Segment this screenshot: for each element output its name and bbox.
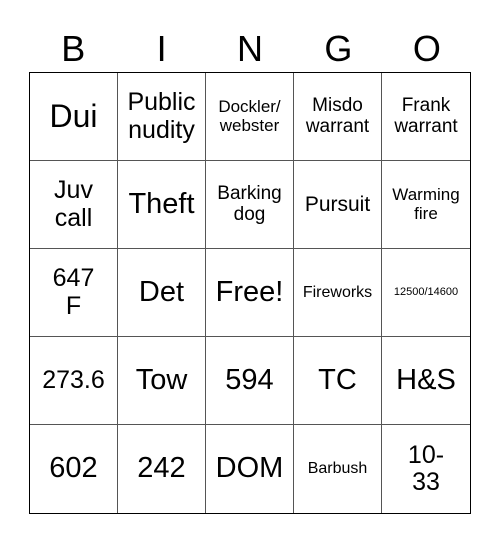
cell-label: Misdo warrant	[305, 94, 370, 137]
header-letter-b: B	[61, 28, 86, 69]
bingo-cell[interactable]: 273.6	[30, 337, 118, 425]
bingo-cell[interactable]: TC	[294, 337, 382, 425]
cell-label: Barbush	[307, 460, 368, 478]
bingo-cell[interactable]: Warming fire	[382, 161, 470, 249]
cell-label: 594	[225, 363, 274, 396]
cell-label: Tow	[135, 363, 188, 396]
header-letter-g: G	[324, 28, 353, 69]
bingo-cell[interactable]: Juv call	[30, 161, 118, 249]
cell-label: Frank warrant	[394, 94, 458, 137]
cell-label: TC	[318, 363, 357, 396]
free-space[interactable]: Free!	[206, 249, 294, 337]
bingo-cell[interactable]: Public nudity	[118, 73, 206, 161]
cell-label: 647 F	[52, 264, 95, 320]
bingo-cell[interactable]: 242	[118, 425, 206, 513]
cell-label: Barking dog	[217, 182, 282, 225]
bingo-cell[interactable]: DOM	[206, 425, 294, 513]
bingo-cell[interactable]: 602	[30, 425, 118, 513]
bingo-cell[interactable]: 647 F	[30, 249, 118, 337]
cell-label: Dockler/ webster	[218, 96, 281, 135]
bingo-cell[interactable]: Barbush	[294, 425, 382, 513]
bingo-board: Dui Public nudity Dockler/ webster Misdo…	[29, 72, 471, 514]
bingo-cell[interactable]: Frank warrant	[382, 73, 470, 161]
bingo-cell[interactable]: 594	[206, 337, 294, 425]
cell-label: H&S	[396, 363, 456, 396]
bingo-header: B I N G O	[29, 26, 471, 72]
bingo-cell[interactable]: Dui	[30, 73, 118, 161]
bingo-cell[interactable]: 12500/14600	[382, 249, 470, 337]
cell-label: Dui	[49, 97, 98, 134]
header-letter-i: I	[156, 28, 167, 69]
header-letter-n: N	[237, 28, 264, 69]
cell-label: Public nudity	[127, 88, 196, 144]
cell-label: 12500/14600	[393, 286, 459, 299]
cell-label: 10- 33	[407, 440, 445, 496]
bingo-cell[interactable]: Barking dog	[206, 161, 294, 249]
bingo-cell[interactable]: Misdo warrant	[294, 73, 382, 161]
bingo-cell[interactable]: H&S	[382, 337, 470, 425]
cell-label: Theft	[128, 187, 195, 220]
cell-label: DOM	[215, 452, 284, 485]
header-letter-o: O	[412, 28, 441, 69]
bingo-cell[interactable]: Det	[118, 249, 206, 337]
bingo-cell[interactable]: Theft	[118, 161, 206, 249]
bingo-cell[interactable]: Pursuit	[294, 161, 382, 249]
bingo-cell[interactable]: Fireworks	[294, 249, 382, 337]
cell-label: 602	[49, 452, 98, 485]
cell-label: Juv call	[54, 176, 93, 232]
cell-label: 242	[137, 452, 186, 485]
bingo-cell[interactable]: Dockler/ webster	[206, 73, 294, 161]
cell-label: Det	[138, 275, 185, 308]
cell-label: Pursuit	[304, 192, 371, 216]
cell-label: Warming fire	[392, 184, 460, 223]
cell-label: Fireworks	[302, 283, 373, 301]
cell-label: 273.6	[42, 365, 105, 394]
bingo-cell[interactable]: Tow	[118, 337, 206, 425]
cell-label: Free!	[215, 275, 284, 308]
bingo-cell[interactable]: 10- 33	[382, 425, 470, 513]
